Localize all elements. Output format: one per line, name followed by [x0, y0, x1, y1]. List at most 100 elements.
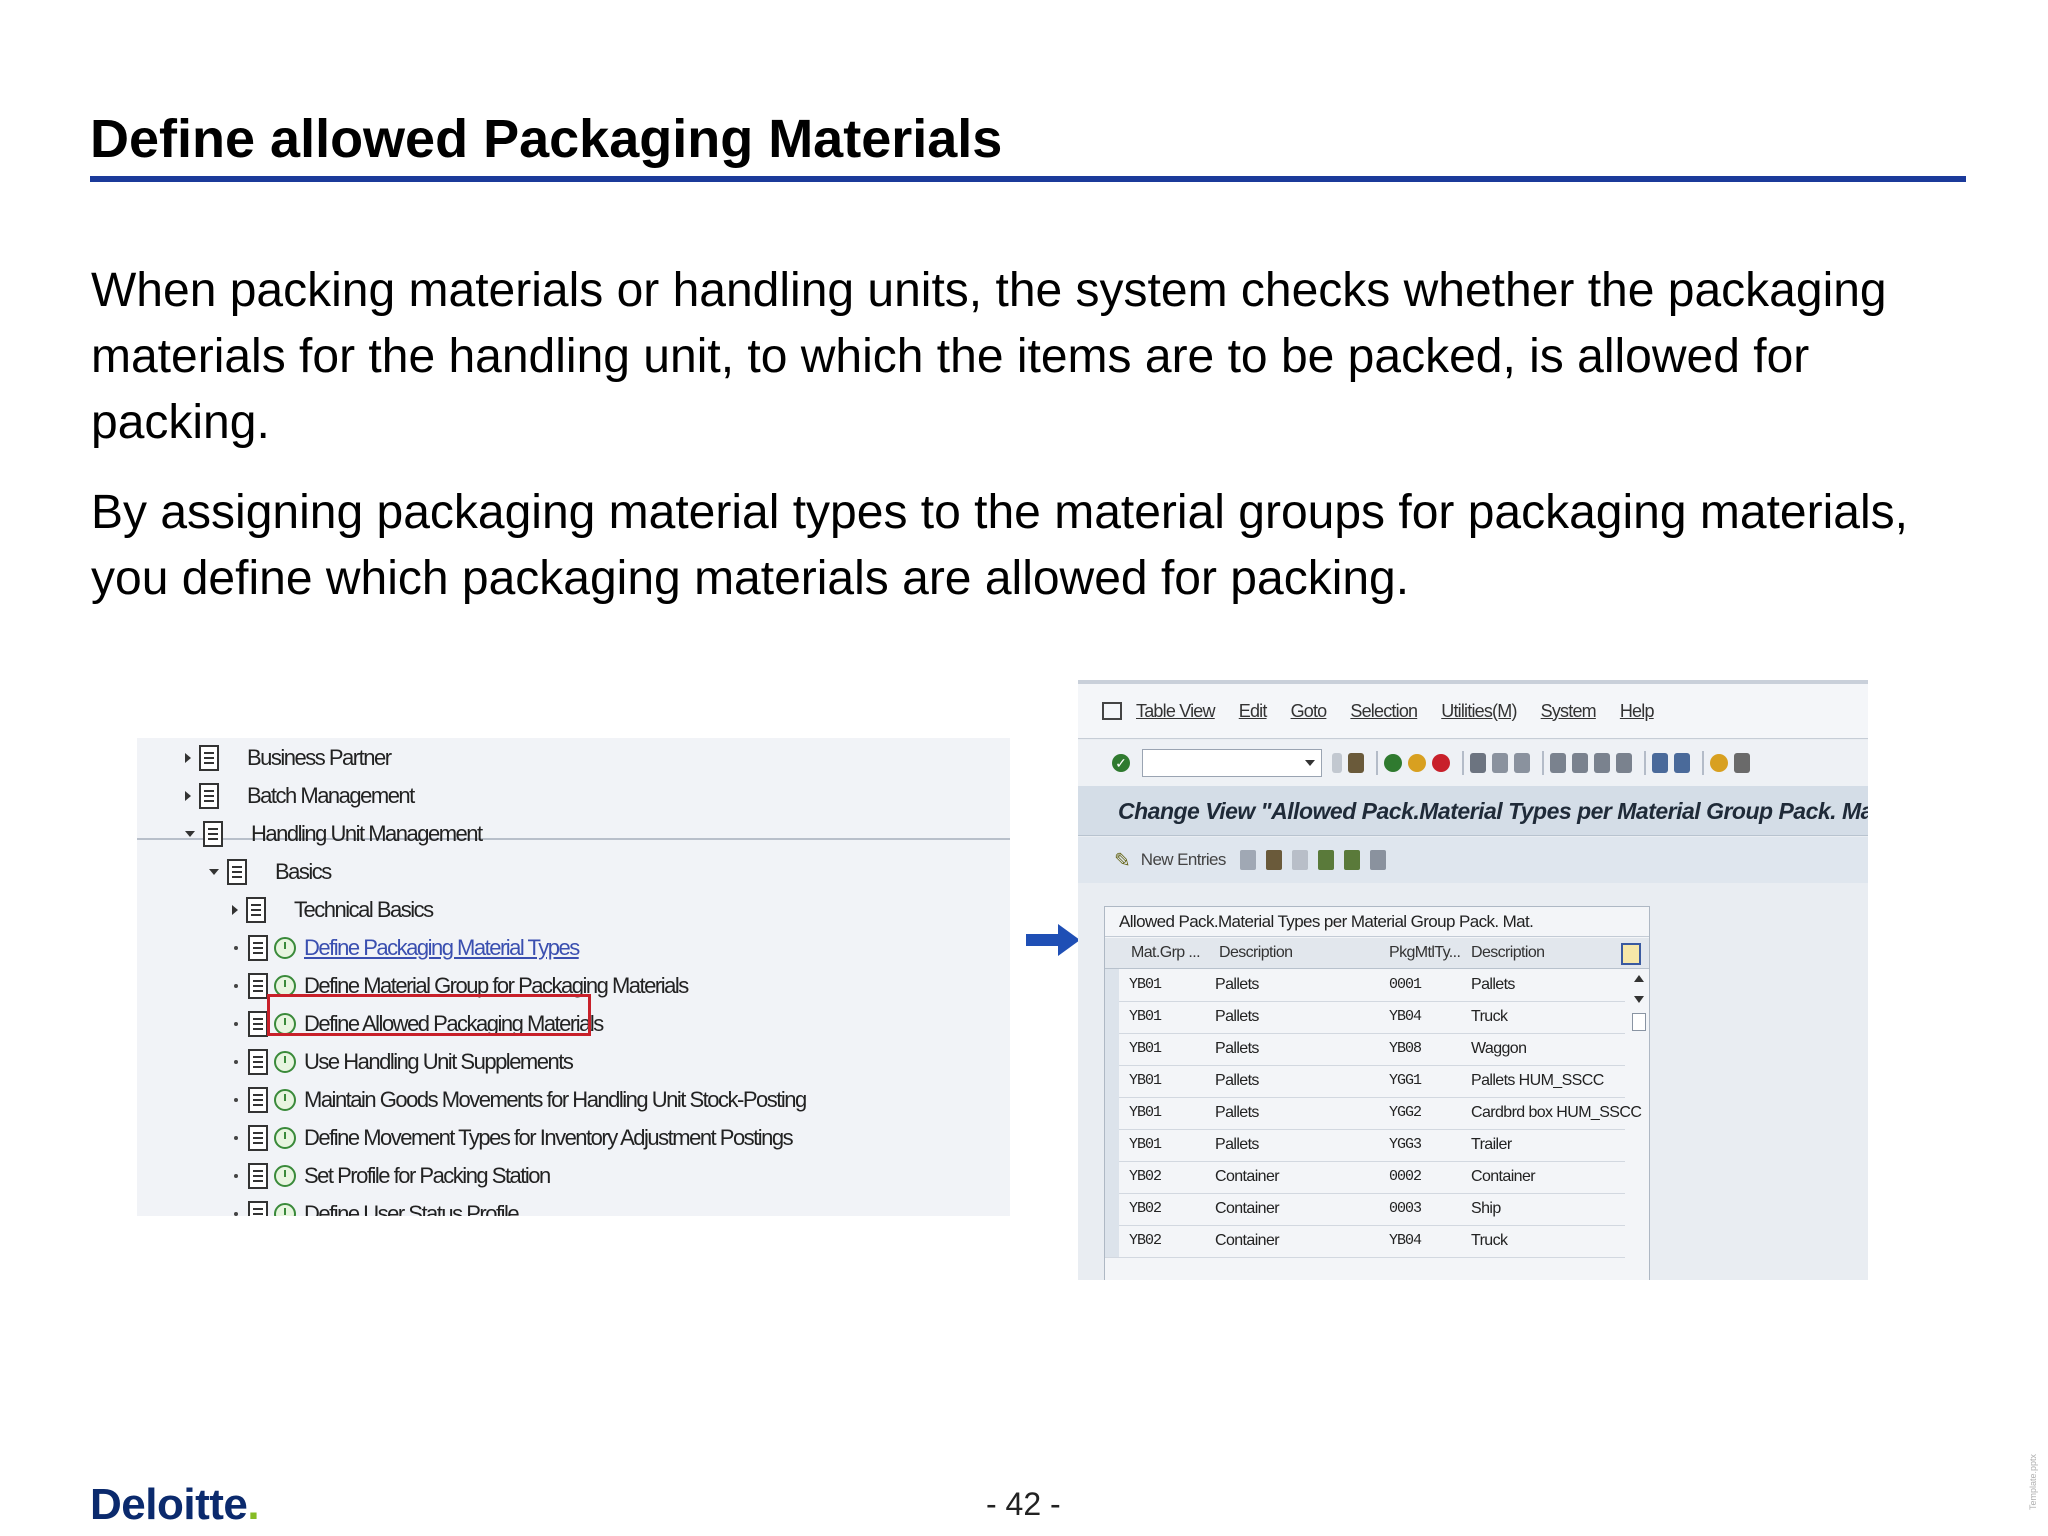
row-selector[interactable]: [1105, 1097, 1119, 1129]
expand-arrow-icon[interactable]: [185, 753, 191, 763]
print-icon[interactable]: [1470, 753, 1486, 773]
menu-edit[interactable]: Edit: [1239, 701, 1268, 722]
window-menu-icon[interactable]: [1102, 702, 1122, 720]
collapse-arrow-icon[interactable]: [209, 869, 219, 875]
menu-utilities[interactable]: Utilities(M): [1441, 701, 1517, 722]
column-header-description[interactable]: Description: [1219, 938, 1293, 968]
table-row[interactable]: YB01 Pallets YB08 Waggon: [1105, 1033, 1625, 1066]
row-selector[interactable]: [1105, 1161, 1119, 1193]
tree-node-use-hu-supplements[interactable]: Use Handling Unit Supplements: [232, 1044, 574, 1080]
table-row[interactable]: YB01 Pallets YB04 Truck: [1105, 1001, 1625, 1034]
table-cell: YB01: [1129, 1136, 1162, 1153]
help-icon[interactable]: [1710, 754, 1728, 772]
bullet-dot: [234, 1136, 238, 1140]
select-all-icon[interactable]: [1317, 850, 1334, 870]
next-page-icon[interactable]: [1594, 753, 1610, 773]
execute-clock-icon[interactable]: [274, 937, 296, 959]
column-header-pkg-mtl-type[interactable]: PkgMtlTy...: [1389, 938, 1461, 968]
table-row[interactable]: YB01 Pallets YGG2 Cardbrd box HUM_SSCC: [1105, 1097, 1642, 1130]
tree-node-define-user-status-profile[interactable]: Define User Status Profile: [232, 1196, 520, 1216]
table-row[interactable]: YB01 Pallets YGG1 Pallets HUM_SSCC: [1105, 1065, 1625, 1098]
layout-menu-icon[interactable]: [1734, 753, 1750, 773]
last-page-icon[interactable]: [1616, 753, 1632, 773]
find-icon[interactable]: [1492, 753, 1508, 773]
tree-node-business-partner[interactable]: Business Partner: [185, 740, 392, 776]
menu-help[interactable]: Help: [1620, 701, 1655, 722]
edit-pen-icon[interactable]: ✎: [1114, 848, 1131, 873]
menu-goto[interactable]: Goto: [1291, 701, 1328, 722]
table-row[interactable]: YB01 Pallets YGG3 Trailer: [1105, 1129, 1625, 1162]
execute-clock-icon[interactable]: [274, 1127, 296, 1149]
table-row[interactable]: YB02 Container 0003 Ship: [1105, 1193, 1625, 1226]
deselect-all-icon[interactable]: [1369, 850, 1386, 870]
execute-clock-icon[interactable]: [274, 1203, 296, 1216]
exit-icon[interactable]: [1408, 754, 1426, 772]
column-header-mat-grp[interactable]: Mat.Grp ...: [1131, 938, 1201, 968]
table-cell: YB08: [1389, 1040, 1422, 1057]
table-row[interactable]: YB01 Pallets 0001 Pallets: [1105, 969, 1625, 1002]
table-cell: Pallets HUM_SSCC: [1471, 1072, 1604, 1089]
copy-as-icon[interactable]: [1239, 850, 1256, 870]
row-selector[interactable]: [1105, 1193, 1119, 1225]
expand-arrow-icon[interactable]: [185, 791, 191, 801]
application-toolbar: ✎ New Entries: [1078, 837, 1868, 883]
cancel-icon[interactable]: [1432, 754, 1450, 772]
bullet-dot: [234, 1098, 238, 1102]
row-selector[interactable]: [1105, 1033, 1119, 1065]
tree-node-batch-management[interactable]: Batch Management: [185, 778, 415, 814]
scroll-down-icon[interactable]: [1634, 996, 1644, 1003]
table-row[interactable]: YB02 Container YB04 Truck: [1105, 1225, 1625, 1258]
menu-selection[interactable]: Selection: [1350, 701, 1418, 722]
table-row[interactable]: YB02 Container 0002 Container: [1105, 1161, 1625, 1194]
undo-icon[interactable]: [1291, 850, 1308, 870]
new-entries-button[interactable]: New Entries: [1141, 850, 1227, 870]
bullet-dot: [234, 946, 238, 950]
tree-node-handling-unit-management[interactable]: Handling Unit Management: [185, 816, 483, 852]
menu-table-view[interactable]: Table View: [1136, 701, 1216, 722]
enter-check-icon[interactable]: ✓: [1112, 754, 1130, 772]
first-page-icon[interactable]: [1550, 753, 1566, 773]
tree-node-define-movement-types[interactable]: Define Movement Types for Inventory Adju…: [232, 1120, 794, 1156]
collapse-arrow-icon[interactable]: [185, 831, 195, 837]
table-cell: Pallets: [1471, 976, 1515, 993]
scroll-thumb[interactable]: [1632, 1013, 1646, 1031]
execute-clock-icon[interactable]: [274, 1165, 296, 1187]
back-small-icon[interactable]: [1332, 753, 1342, 773]
expand-arrow-icon[interactable]: [232, 905, 238, 915]
command-field[interactable]: [1142, 749, 1322, 777]
tree-node-basics[interactable]: Basics: [209, 854, 332, 890]
toolbar-separator: [1644, 751, 1646, 775]
scroll-up-icon[interactable]: [1634, 975, 1644, 982]
vertical-scrollbar[interactable]: [1631, 969, 1647, 1039]
delete-icon[interactable]: [1265, 850, 1282, 870]
toolbar-separator: [1376, 751, 1378, 775]
back-icon[interactable]: [1384, 754, 1402, 772]
column-header-description-2[interactable]: Description: [1471, 938, 1545, 968]
save-icon[interactable]: [1348, 753, 1364, 773]
row-selector[interactable]: [1105, 1001, 1119, 1033]
find-next-icon[interactable]: [1514, 753, 1530, 773]
new-session-icon[interactable]: [1652, 753, 1668, 773]
execute-clock-icon[interactable]: [274, 1089, 296, 1111]
table-cell: Pallets: [1215, 1072, 1259, 1089]
right-arrow-icon: [1026, 924, 1080, 956]
tree-node-technical-basics[interactable]: Technical Basics: [232, 892, 434, 928]
table-cell: Container: [1215, 1200, 1280, 1217]
shortcut-icon[interactable]: [1674, 753, 1690, 773]
menu-system[interactable]: System: [1541, 701, 1597, 722]
table-cell: YGG1: [1389, 1072, 1422, 1089]
row-selector[interactable]: [1105, 1065, 1119, 1097]
tree-node-define-packaging-material-types[interactable]: Define Packaging Material Types: [232, 930, 580, 966]
select-block-icon[interactable]: [1343, 850, 1360, 870]
row-selector[interactable]: [1105, 1129, 1119, 1161]
previous-page-icon[interactable]: [1572, 753, 1588, 773]
table-cell: YB01: [1129, 1008, 1162, 1025]
table-cell: YB01: [1129, 1040, 1162, 1057]
tree-node-set-profile-packing-station[interactable]: Set Profile for Packing Station: [232, 1158, 551, 1194]
tree-node-maintain-goods-movements[interactable]: Maintain Goods Movements for Handling Un…: [232, 1082, 807, 1118]
row-selector[interactable]: [1105, 1225, 1119, 1257]
table-settings-icon[interactable]: [1621, 943, 1641, 965]
row-selector[interactable]: [1105, 969, 1119, 1001]
execute-clock-icon[interactable]: [274, 1051, 296, 1073]
document-icon: [248, 1011, 268, 1037]
